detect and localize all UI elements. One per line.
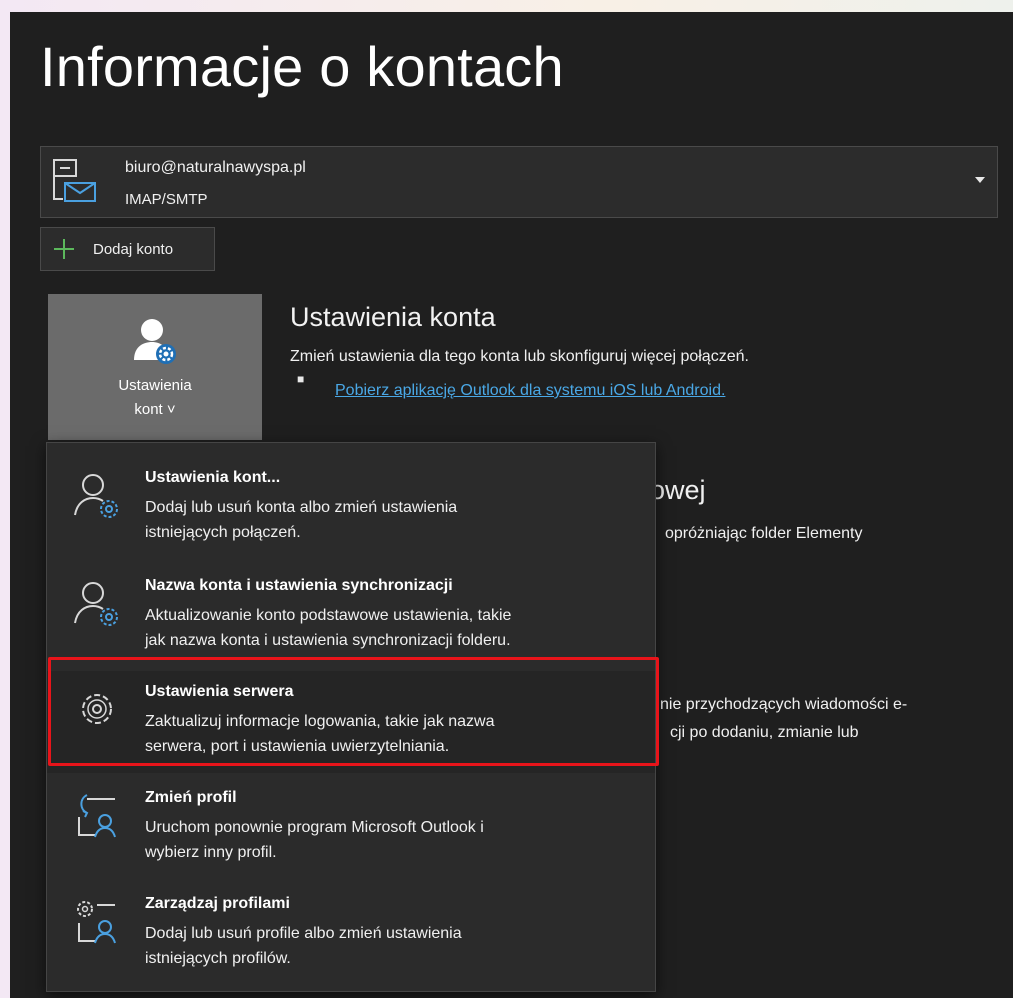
tile-label-line1: Ustawienia [118, 377, 192, 394]
section-title: Ustawienia konta [290, 302, 496, 332]
menu-item-desc-line: Dodaj lub usuń profile albo zmień ustawi… [145, 925, 462, 942]
menu-item-account-settings[interactable]: Ustawienia kont... Dodaj lub usuń konta … [47, 457, 655, 559]
download-outlook-mobile-link[interactable]: Pobierz aplikację Outlook dla systemu iO… [335, 382, 725, 400]
background-text-fragment: opróżniając folder Elementy [665, 525, 863, 542]
menu-item-description: Aktualizowanie konto podstawowe ustawien… [145, 603, 645, 653]
person-gear-icon [74, 582, 118, 626]
account-settings-button[interactable]: Ustawienia kont ˅ [48, 294, 262, 440]
chevron-down-icon[interactable] [973, 173, 987, 187]
section-description: Zmień ustawienia dla tego konta lub skon… [290, 348, 749, 365]
menu-item-desc-line: Zaktualizuj informacje logowania, takie … [145, 713, 495, 730]
bullet: ■ [297, 372, 305, 386]
menu-item-title: Ustawienia serwera [145, 683, 294, 700]
menu-item-desc-line: jak nazwa konta i ustawienia synchroniza… [145, 632, 511, 649]
menu-item-description: Dodaj lub usuń konta albo zmień ustawien… [145, 495, 645, 545]
plus-icon [54, 239, 74, 259]
menu-item-desc-line: istniejących profilów. [145, 950, 291, 967]
person-gear-icon [74, 474, 118, 518]
background-heading-fragment: owej [650, 475, 706, 505]
menu-item-manage-profiles[interactable]: Zarządzaj profilami Dodaj lub usuń profi… [47, 883, 655, 985]
menu-item-desc-line: wybierz inny profil. [145, 844, 277, 861]
gear-icon [82, 694, 112, 724]
account-selector[interactable]: biuro@naturalnawyspa.pl IMAP/SMTP [40, 146, 998, 218]
menu-item-title: Zmień profil [145, 789, 237, 806]
menu-item-desc-line: Uruchom ponownie program Microsoft Outlo… [145, 819, 484, 836]
menu-item-description: Zaktualizuj informacje logowania, takie … [145, 709, 645, 759]
background-text-fragment: nie przychodzących wiadomości e- [660, 696, 908, 713]
tile-label-line2: kont ˅ [134, 401, 176, 418]
person-gear-icon [134, 319, 176, 364]
menu-item-title: Nazwa konta i ustawienia synchronizacji [145, 577, 453, 594]
account-settings-tile-label: Ustawienia kont ˅ [48, 374, 262, 422]
menu-item-desc-line: Dodaj lub usuń konta albo zmień ustawien… [145, 499, 458, 516]
menu-item-desc-line: istniejących połączeń. [145, 524, 301, 541]
account-email: biuro@naturalnawyspa.pl [125, 159, 306, 176]
mail-account-icon [53, 159, 96, 202]
menu-item-change-profile[interactable]: Zmień profil Uruchom ponownie program Mi… [47, 777, 655, 879]
manage-profiles-icon [77, 901, 116, 944]
menu-item-title: Ustawienia kont... [145, 469, 281, 486]
menu-item-account-name-sync[interactable]: Nazwa konta i ustawienia synchronizacji … [47, 565, 655, 667]
add-account-button[interactable]: Dodaj konto [40, 227, 215, 271]
menu-item-description: Dodaj lub usuń profile albo zmień ustawi… [145, 921, 645, 971]
background-text-fragment: cji po dodaniu, zmianie lub [670, 724, 859, 741]
account-type: IMAP/SMTP [125, 191, 208, 208]
add-account-label: Dodaj konto [93, 241, 174, 258]
menu-item-title: Zarządzaj profilami [145, 895, 290, 912]
menu-item-server-settings[interactable]: Ustawienia serwera Zaktualizuj informacj… [47, 671, 655, 773]
menu-item-desc-line: serwera, port i ustawienia uwierzytelnia… [145, 738, 450, 755]
account-settings-dropdown-menu: Ustawienia kont... Dodaj lub usuń konta … [46, 442, 656, 992]
switch-profile-icon [78, 794, 116, 838]
account-info-page: Informacje o kontach biuro@naturalnawysp… [10, 12, 1013, 998]
page-title: Informacje o kontach [40, 35, 564, 98]
menu-item-desc-line: Aktualizowanie konto podstawowe ustawien… [145, 607, 512, 624]
menu-item-description: Uruchom ponownie program Microsoft Outlo… [145, 815, 645, 865]
